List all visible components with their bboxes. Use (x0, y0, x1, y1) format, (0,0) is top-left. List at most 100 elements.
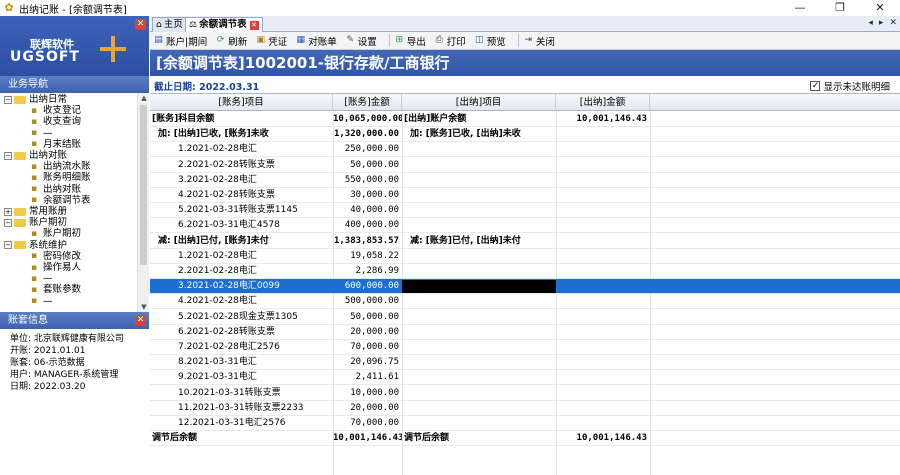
cashier-item-cell[interactable] (402, 249, 556, 264)
ledger-amount-cell[interactable]: 1,320,000.00 (333, 127, 402, 142)
cashier-amount-cell[interactable] (556, 249, 650, 264)
cashier-amount-cell[interactable] (556, 234, 650, 249)
ledger-amount-cell[interactable]: 20,000.00 (333, 401, 402, 416)
cashier-amount-cell[interactable] (556, 218, 650, 233)
cashier-item-cell[interactable] (402, 416, 556, 431)
cashier-amount-cell[interactable] (556, 173, 650, 188)
collapse-icon[interactable]: − (4, 241, 12, 250)
toolbar-button-statement[interactable]: ▦ 对账单 (295, 33, 336, 49)
cashier-item-cell[interactable]: 调节后余额 (402, 431, 556, 446)
collapse-icon[interactable]: − (4, 218, 12, 227)
toolbar-button-preview[interactable]: ◫ 预览 (474, 33, 506, 49)
cashier-amount-cell[interactable]: 10,001,146.43 (556, 112, 650, 127)
cashier-item-cell[interactable] (402, 218, 556, 233)
tab-next-icon[interactable]: ▸ (879, 18, 884, 28)
ledger-amount-cell[interactable]: 40,000.00 (333, 203, 402, 218)
ledger-item-cell[interactable]: 7.2021-02-28电汇2576 (150, 340, 333, 355)
minimize-button[interactable]: — (780, 0, 820, 16)
cashier-amount-cell[interactable] (556, 188, 650, 203)
table-row[interactable]: 加: [出纳]已收, [账务]未收 1,320,000.00 加: [账务]已收, … (150, 127, 900, 143)
table-row[interactable]: 4.2021-02-28电汇 500,000.00 (150, 294, 900, 310)
cashier-item-cell[interactable] (402, 310, 556, 325)
ledger-item-cell[interactable]: 1.2021-02-28电汇 (150, 142, 333, 157)
col-header-ledger-item[interactable]: [账务]项目 (150, 94, 333, 111)
cashier-item-cell[interactable]: 减: [账务]已付, [出纳]未付 (402, 234, 556, 249)
tab-close-all-icon[interactable]: ✕ (889, 18, 897, 28)
nav-item[interactable]: ▪ 操作易人 (28, 262, 81, 273)
cashier-item-cell[interactable] (402, 340, 556, 355)
scroll-down-icon[interactable]: ▼ (138, 302, 149, 312)
ledger-amount-cell[interactable]: 20,096.75 (333, 355, 402, 370)
ledger-item-cell[interactable]: 调节后余额 (150, 431, 333, 446)
cashier-item-cell[interactable] (402, 294, 556, 309)
cashier-item-cell[interactable] (402, 188, 556, 203)
ledger-amount-cell[interactable]: 1,383,853.57 (333, 234, 402, 249)
nav-group[interactable]: − 出纳日常 (4, 94, 67, 105)
show-unreconciled-checkbox[interactable]: ✓ 显示未达账明细 (810, 79, 890, 93)
ledger-item-cell[interactable]: 11.2021-03-31转账支票2233 (150, 401, 333, 416)
cashier-item-cell[interactable] (402, 401, 556, 416)
cashier-item-cell[interactable] (402, 158, 556, 173)
table-row[interactable]: 3.2021-02-28电汇0099 600,000.00 (150, 279, 900, 295)
cashier-amount-cell[interactable] (556, 127, 650, 142)
ledger-amount-cell[interactable]: 2,411.61 (333, 370, 402, 385)
collapse-icon[interactable]: − (4, 95, 12, 104)
ledger-amount-cell[interactable]: 250,000.00 (333, 142, 402, 157)
cashier-amount-cell[interactable] (556, 340, 650, 355)
close-icon[interactable]: ✕ (135, 19, 146, 30)
nav-item[interactable]: ▪ 余额调节表 (28, 195, 91, 206)
ledger-item-cell[interactable]: 3.2021-02-28电汇 (150, 173, 333, 188)
scroll-thumb[interactable] (140, 105, 147, 265)
nav-item[interactable]: ▪ — (28, 128, 53, 139)
table-row[interactable]: 5.2021-03-31转账支票1145 40,000.00 (150, 203, 900, 219)
cashier-amount-cell[interactable] (556, 325, 650, 340)
nav-item[interactable]: ▪ 账户期初 (28, 228, 81, 239)
ledger-amount-cell[interactable]: 2,286.99 (333, 264, 402, 279)
toolbar-button-account[interactable]: ▤ 账户|期间 (153, 33, 207, 49)
table-row[interactable]: 7.2021-02-28电汇2576 70,000.00 (150, 340, 900, 355)
ledger-item-cell[interactable]: 5.2021-02-28现金支票1305 (150, 310, 333, 325)
cashier-amount-cell[interactable] (556, 355, 650, 370)
ledger-amount-cell[interactable]: 550,000.00 (333, 173, 402, 188)
cashier-item-cell[interactable] (402, 386, 556, 401)
ledger-amount-cell[interactable]: 19,058.22 (333, 249, 402, 264)
table-row[interactable]: 11.2021-03-31转账支票2233 20,000.00 (150, 401, 900, 416)
ledger-item-cell[interactable]: 6.2021-03-31电汇4578 (150, 218, 333, 233)
nav-item[interactable]: ▪ 收支登记 (28, 105, 81, 116)
toolbar-button-settings[interactable]: ✎ 设置 (345, 33, 376, 49)
cashier-amount-cell[interactable] (556, 370, 650, 385)
table-row[interactable]: [账务]科目余额 10,065,000.00 [出纳]账户余额 10,001,146.… (150, 112, 900, 127)
ledger-amount-cell[interactable]: 20,000.00 (333, 325, 402, 340)
cashier-amount-cell[interactable] (556, 203, 650, 218)
cashier-amount-cell[interactable] (556, 142, 650, 157)
restore-button[interactable]: ❐ (820, 0, 860, 16)
table-row[interactable]: 12.2021-03-31电汇2576 70,000.00 (150, 416, 900, 431)
checkbox-icon[interactable]: ✓ (810, 81, 821, 91)
ledger-amount-cell[interactable]: 10,000.00 (333, 386, 402, 401)
ledger-item-cell[interactable]: 8.2021-03-31电汇 (150, 355, 333, 370)
table-row[interactable]: 4.2021-02-28转账支票 30,000.00 (150, 188, 900, 203)
toolbar-button-refresh[interactable]: ⟳ 刷新 (215, 33, 247, 49)
nav-item[interactable]: ▪ — (28, 296, 53, 307)
tab-prev-icon[interactable]: ◂ (868, 18, 873, 28)
table-row[interactable]: 8.2021-03-31电汇 20,096.75 (150, 355, 900, 371)
cashier-item-cell[interactable] (402, 325, 556, 340)
ledger-item-cell[interactable]: 2.2021-02-28转账支票 (150, 158, 333, 173)
table-row[interactable]: 2.2021-02-28转账支票 50,000.00 (150, 158, 900, 173)
cashier-item-cell[interactable] (402, 355, 556, 370)
cashier-item-cell[interactable]: [出纳]账户余额 (402, 112, 556, 127)
ledger-item-cell[interactable]: 3.2021-02-28电汇0099 (150, 279, 333, 294)
close-icon[interactable]: ✕ (135, 315, 146, 326)
table-row[interactable]: 减: [出纳]已付, [账务]未付 1,383,853.57 减: [账务]已付, … (150, 234, 900, 249)
cashier-amount-cell[interactable] (556, 401, 650, 416)
cashier-amount-cell[interactable] (556, 310, 650, 325)
table-row[interactable]: 9.2021-03-31电汇 2,411.61 (150, 370, 900, 386)
ledger-item-cell[interactable]: 6.2021-02-28转账支票 (150, 325, 333, 340)
ledger-amount-cell[interactable]: 50,000.00 (333, 158, 402, 173)
toolbar-button-print[interactable]: ⎙ 打印 (434, 33, 466, 49)
nav-item[interactable]: ▪ 出纳对账 (28, 184, 81, 195)
table-row[interactable]: 1.2021-02-28电汇 19,058.22 (150, 249, 900, 264)
ledger-item-cell[interactable]: 10.2021-03-31转账支票 (150, 386, 333, 401)
expand-icon[interactable]: + (4, 207, 12, 216)
nav-group[interactable]: − 账户期初 (4, 217, 67, 228)
